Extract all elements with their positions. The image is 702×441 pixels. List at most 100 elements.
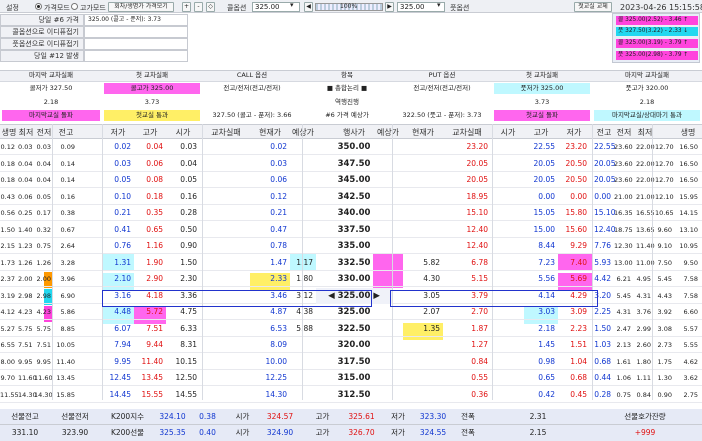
- cell-value: 9.70: [0, 374, 15, 382]
- table-row[interactable]: 317.50 8.00 9.95 9.95 11.40 9.95 11.40 10.15 10.…: [0, 354, 702, 370]
- signal-item[interactable]: 콜 325.00(3.19) - 3.79 ↑: [616, 39, 698, 48]
- cell-value: 7.23: [538, 257, 555, 267]
- column-header: 최저: [18, 128, 34, 137]
- signal-item[interactable]: 풋 325.00(2.98) - 3.79 ↑: [616, 51, 698, 60]
- table-row[interactable]: 322.50 5.27 5.75 5.75 8.85 6.07 7.51 6.33 6.53 5.…: [0, 321, 702, 337]
- signal-item[interactable]: 풋 327.50(3.22) - 2.33 ↓: [616, 27, 698, 36]
- cell-value: 12.30: [614, 242, 633, 250]
- cell-value: 0.04: [18, 176, 33, 184]
- progress-bar: 100%: [315, 3, 383, 11]
- cell-value: 9.95: [36, 357, 51, 366]
- signal-item[interactable]: 콜 325.00(2.52) - 3.46 ↑: [616, 16, 698, 25]
- plus-button[interactable]: +: [182, 2, 191, 12]
- summary-cell: 2.18: [43, 98, 59, 106]
- cell-value: 0.12: [270, 191, 287, 201]
- cell-value: 0.55: [471, 373, 488, 382]
- strike-price: 332.50: [337, 257, 371, 268]
- panel-row-label[interactable]: 풋옵션으로 이디퓨접기: [0, 38, 84, 50]
- table-row[interactable]: 347.50 0.18 0.04 0.04 0.14 0.03 0.06 0.04 0.03 20…: [0, 156, 702, 172]
- cell-value: 0.21: [270, 208, 287, 217]
- datetime: 2023-04-26 15:15:58: [620, 3, 702, 12]
- chevron-down-icon[interactable]: ▾: [437, 1, 441, 9]
- panel-row-label[interactable]: 콜옵션으로 이디퓨접기: [0, 26, 84, 38]
- first-cross-button[interactable]: 첫교실 교체: [574, 2, 612, 12]
- diamond-button[interactable]: ◇: [206, 2, 215, 12]
- strike-price: 350.00: [337, 142, 371, 152]
- summary-cell: #6 가격 예상가: [325, 111, 369, 119]
- chevron-down-icon[interactable]: ▾: [290, 1, 294, 9]
- panel-row-label[interactable]: 당일 #12 발생: [0, 50, 84, 62]
- futures-stat: 고가: [315, 412, 330, 421]
- strike-price: 330.00: [337, 274, 371, 284]
- radio-price-mode[interactable]: [35, 3, 42, 10]
- cell-value: 0.47: [270, 224, 287, 234]
- cell-value: 9.29: [570, 241, 587, 250]
- cell-value: 7.94: [114, 340, 131, 349]
- table-row[interactable]: 340.00 0.56 0.25 0.17 0.38 0.21 0.35 0.28 0.21 15…: [0, 205, 702, 221]
- cell-value: 13.10: [679, 225, 698, 234]
- cell-value: 0.84: [636, 390, 651, 399]
- cell-value: 0.18: [0, 159, 15, 168]
- summary-cell: 첫교실 통과: [104, 110, 200, 121]
- futures-stat: 2.15: [529, 428, 547, 437]
- column-headers: 생명 최저 전저 전고 저가 고가 시가 교차실패 현재가 예상가 행사가 예상가 현재가 교차실패 시가 고…: [0, 124, 702, 139]
- cell-value: 0.00: [538, 191, 555, 201]
- header-item: 항목: [341, 71, 353, 79]
- table-row[interactable]: 312.50 11.55 14.30 14.30 15.85 14.45 15.55 14.5…: [0, 387, 702, 403]
- cell-value: 0.14: [60, 176, 75, 184]
- prev-arrow-icon[interactable]: ◀: [304, 2, 313, 12]
- header-first-cross-put: 첫 교차실패: [526, 71, 558, 79]
- futures-stat: K200지수: [110, 412, 145, 421]
- table-row[interactable]: 345.00 0.18 0.04 0.04 0.14 0.05 0.08 0.05 0.06 20…: [0, 172, 702, 188]
- cell-value: 1.31: [114, 257, 131, 267]
- cell-value: 15.55: [141, 389, 163, 399]
- strike-price: 345.00: [337, 175, 371, 185]
- cell-value: 0.03: [18, 143, 33, 151]
- cell-value: 15.00: [533, 224, 555, 234]
- cell-value: 5.86: [60, 308, 75, 316]
- cell-value: 15.85: [56, 390, 75, 399]
- cell-value: 20.05: [533, 175, 555, 184]
- cell-value: 11.55: [0, 390, 19, 399]
- strike-price: 312.50: [337, 389, 371, 400]
- cell-value: 1.73: [0, 258, 15, 267]
- panel-row-value: 325.00 (콜고 - 푼저): 3.73: [84, 14, 188, 26]
- table-row[interactable]: 337.50 1.50 1.40 0.32 0.67 0.41 0.65 0.50 0.47 12…: [0, 222, 702, 238]
- cell-value: 1.75: [657, 357, 672, 366]
- strike-price: 342.50: [337, 191, 371, 202]
- cell-value: 10.00: [265, 356, 287, 366]
- strike-price: 347.50: [337, 158, 371, 169]
- cell-value: 0.41: [114, 224, 131, 234]
- futures-stat: 선물전저: [61, 412, 89, 421]
- cell-value: 7.58: [683, 291, 698, 300]
- cell-value: 6.55: [0, 341, 15, 349]
- cell-value: 14.30: [18, 390, 37, 399]
- table-row[interactable]: 332.50 1.73 1.26 1.26 3.28 1.31 1.90 1.50 1.47 1.…: [0, 255, 702, 271]
- minus-button[interactable]: -: [194, 2, 203, 12]
- table-row[interactable]: 342.50 0.43 0.06 0.05 0.16 0.10 0.18 0.16 0.12 18…: [0, 189, 702, 205]
- cell-value: 7.51: [146, 323, 163, 333]
- table-row[interactable]: 335.00 2.15 1.23 0.75 2.64 0.76 1.16 0.90 0.78 12…: [0, 238, 702, 254]
- column-header: 저가: [110, 128, 126, 137]
- column-header: 예상가: [376, 128, 400, 137]
- cell-value: 0.06: [270, 175, 287, 184]
- table-row[interactable]: 315.00 9.70 11.60 11.60 13.45 12.45 13.45 12.50…: [0, 370, 702, 386]
- summary-cell: 마지막교실 돌파: [2, 110, 100, 121]
- summary-cell: 마지막교실/상대마기 통과: [594, 110, 700, 121]
- next-arrow-icon[interactable]: ▶: [385, 2, 394, 12]
- column-header: 현재가: [411, 128, 435, 137]
- cell-value: 5.27: [0, 324, 15, 333]
- table-row[interactable]: 350.00 0.12 0.03 0.03 0.09 0.02 0.04 0.03 0.02 23…: [0, 139, 702, 155]
- futures-stat: 0.38: [199, 412, 216, 421]
- compare-button[interactable]: 회차/생명가 가격모기: [108, 2, 174, 12]
- summary-header: 마지막 교차실패 첫 교차실패 CALL 옵션 항목 PUT 옵션 첫 교차실패…: [0, 70, 702, 124]
- summary-cell: 전고/전저(전고/전저): [413, 84, 471, 92]
- settings-label[interactable]: 설정: [6, 3, 19, 13]
- radio-high-mode[interactable]: [71, 3, 78, 10]
- table-row[interactable]: 320.00 6.55 7.51 7.51 10.05 7.94 9.44 8.31 8.09 1…: [0, 337, 702, 353]
- cell-value: 0.04: [36, 159, 51, 168]
- cell-value: 0.06: [146, 158, 163, 168]
- table-row[interactable]: 330.00 2.37 2.00 2.00 3.96 2.10 2.90 2.30 2.33 1.…: [0, 271, 702, 287]
- cell-value: 14.30: [34, 390, 53, 399]
- cell-value: 1.11: [636, 374, 651, 382]
